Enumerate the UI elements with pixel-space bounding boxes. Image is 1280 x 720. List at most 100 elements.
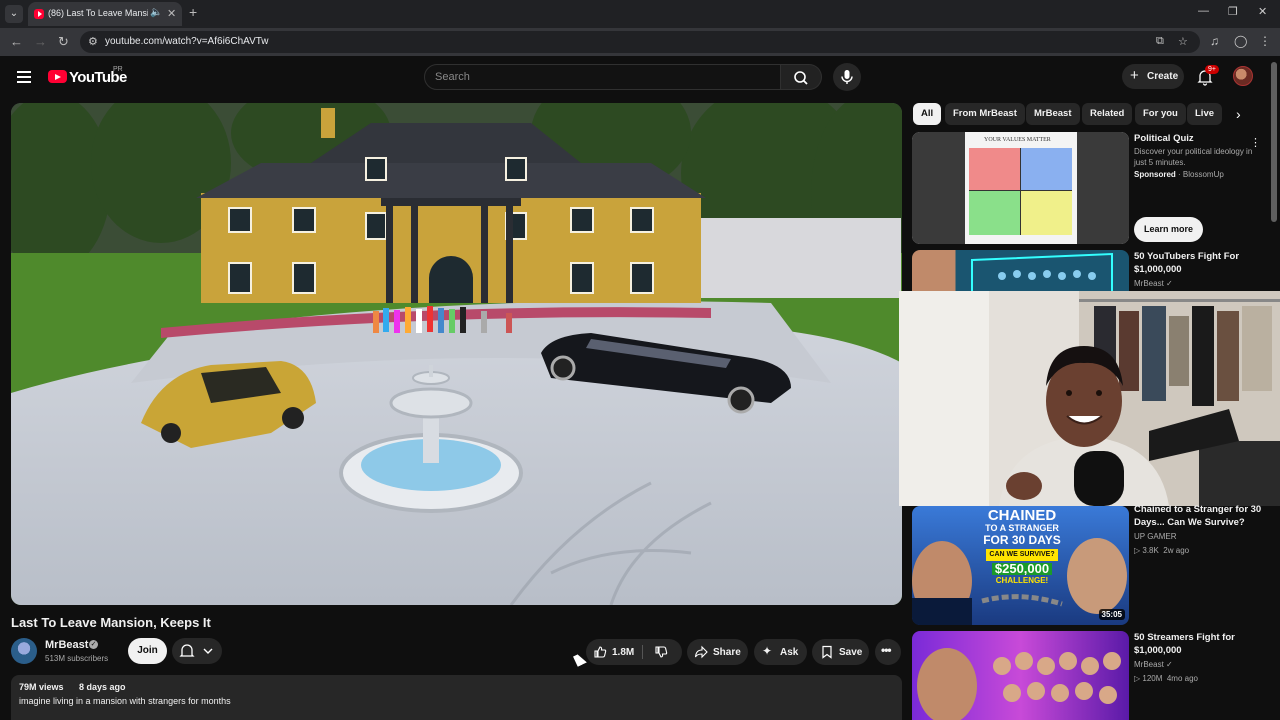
description-box[interactable]: 79M views 8 days ago imagine living in a…	[11, 675, 902, 720]
bookmark-icon	[822, 645, 832, 659]
back-icon[interactable]: ←	[10, 34, 23, 49]
like-count: 1.8M	[612, 647, 635, 658]
ask-label: Ask	[780, 647, 799, 658]
share-button[interactable]: Share	[687, 639, 748, 665]
learn-more-button[interactable]: Learn more	[1134, 217, 1203, 242]
restore-icon[interactable]: ❐	[1228, 5, 1238, 18]
save-label: Save	[839, 647, 863, 658]
ad-thumb-heading: YOUR VALUES MATTER	[984, 137, 1051, 143]
tab-search-button[interactable]: ⌄	[5, 5, 23, 23]
forward-icon[interactable]: →	[34, 34, 47, 49]
chip-all[interactable]: All	[913, 103, 942, 125]
verified-icon: ✓	[1166, 279, 1173, 288]
subscription-bell-button[interactable]	[172, 638, 222, 664]
chip-mrbeast[interactable]: MrBeast	[1026, 103, 1080, 125]
video-player[interactable]	[11, 103, 902, 605]
bell-icon	[179, 644, 213, 657]
more-icon: •••	[881, 643, 892, 657]
advertiser-name: BlossomUp	[1182, 170, 1224, 179]
rec-thumb-text-2: CHAINED TO A STRANGER FOR 30 DAYS CAN WE…	[983, 507, 1061, 585]
rec-thumbnail-3[interactable]	[912, 631, 1129, 720]
rec-channel-2[interactable]: UP GAMER	[1134, 532, 1177, 541]
rec-channel-3[interactable]: MrBeast ✓	[1134, 660, 1173, 669]
ad-menu-icon[interactable]: ⋮	[1250, 136, 1261, 149]
chip-from-mrbeast[interactable]: From MrBeast	[945, 103, 1025, 125]
notifications-button[interactable]: 9+	[1196, 65, 1219, 86]
search-box	[424, 64, 781, 90]
media-controls-icon[interactable]: ♫	[1210, 34, 1219, 48]
reload-icon[interactable]: ↻	[58, 34, 69, 50]
account-avatar[interactable]	[1233, 66, 1253, 86]
rec-duration-2: 35:05	[1098, 609, 1125, 620]
rec-title-2[interactable]: Chained to a Stranger for 30 Days... Can…	[1134, 503, 1264, 529]
close-tab-icon[interactable]: ✕	[167, 7, 176, 20]
share-icon	[694, 645, 708, 659]
bookmark-star-icon[interactable]: ☆	[1178, 35, 1188, 48]
chevron-right-icon[interactable]: ›	[1236, 106, 1241, 122]
notification-badge: 9+	[1205, 65, 1219, 74]
create-button[interactable]: + Create	[1122, 64, 1184, 89]
search-button[interactable]	[781, 64, 822, 90]
upload-age: 8 days ago	[79, 682, 126, 692]
channel-avatar[interactable]	[11, 638, 37, 664]
like-icon[interactable]	[593, 645, 607, 659]
browser-tab-active[interactable]: (86) Last To Leave Mansion, 🔈 ✕	[28, 2, 182, 26]
address-bar[interactable]: ⚙ youtube.com/watch?v=Af6i6ChAVTw ⧉ ☆	[80, 31, 1200, 53]
youtube-header: YouTube PR + Create 9+	[0, 56, 1280, 98]
ad-thumbnail[interactable]: YOUR VALUES MATTER	[912, 132, 1129, 244]
search-input[interactable]	[425, 65, 780, 89]
ask-button[interactable]: ✦ Ask	[754, 639, 807, 665]
view-count: 79M views	[19, 682, 64, 692]
menu-icon[interactable]	[17, 71, 31, 83]
youtube-play-icon	[48, 70, 67, 83]
dislike-icon[interactable]	[654, 645, 668, 659]
tab-title: (86) Last To Leave Mansion,	[48, 8, 148, 18]
sparkle-icon: ✦	[762, 644, 773, 658]
verified-icon: ✓	[89, 640, 98, 649]
share-label: Share	[713, 647, 741, 658]
rec-meta-3: ▷ 120M 4mo ago	[1134, 674, 1198, 683]
url-text: youtube.com/watch?v=Af6i6ChAVTw	[105, 36, 269, 47]
save-button[interactable]: Save	[812, 639, 869, 665]
browser-tab-bar: ⌄ (86) Last To Leave Mansion, 🔈 ✕ + — ❐ …	[0, 0, 1280, 28]
rec-thumbnail-2[interactable]: CHAINED TO A STRANGER FOR 30 DAYS CAN WE…	[912, 506, 1129, 625]
chip-live[interactable]: Live	[1187, 103, 1223, 125]
close-window-icon[interactable]: ✕	[1258, 5, 1267, 18]
sponsored-label: Sponsored	[1134, 170, 1176, 179]
rec-meta-2: ▷ 3.8K 2w ago	[1134, 546, 1190, 555]
browser-menu-icon[interactable]: ⋮	[1259, 34, 1271, 48]
create-label: Create	[1147, 71, 1179, 82]
join-button[interactable]: Join	[128, 638, 167, 664]
site-info-icon[interactable]: ⚙	[88, 35, 98, 48]
page-scrollbar[interactable]	[1271, 62, 1277, 222]
plus-icon: +	[1130, 67, 1139, 84]
subscriber-count: 513M subscribers	[45, 654, 109, 663]
chip-related[interactable]: Related	[1082, 103, 1133, 125]
rec-title-1[interactable]: 50 YouTubers Fight For $1,000,000	[1134, 250, 1264, 276]
channel-name[interactable]: MrBeast	[45, 639, 88, 651]
voice-search-button[interactable]	[833, 63, 861, 91]
browser-toolbar: ← → ↻ ⚙ youtube.com/watch?v=Af6i6ChAVTw …	[0, 28, 1280, 56]
webcam-image	[899, 291, 1280, 506]
ad-sponsor-line: Sponsored · BlossomUp	[1134, 170, 1224, 179]
rec-thumbnail-1[interactable]	[912, 250, 1129, 292]
minimize-icon[interactable]: —	[1198, 5, 1209, 17]
verified-icon: ✓	[1166, 660, 1173, 669]
new-tab-button[interactable]: +	[189, 4, 197, 20]
more-actions-button[interactable]: •••	[875, 639, 901, 665]
ad-title[interactable]: Political Quiz	[1134, 132, 1264, 145]
logo-badge: PR	[113, 66, 123, 73]
video-frame-mansion	[11, 103, 902, 605]
streamer-webcam-overlay	[899, 291, 1280, 506]
mic-icon	[841, 70, 853, 84]
chip-for-you[interactable]: For you	[1135, 103, 1186, 125]
profile-icon[interactable]: ◯	[1234, 34, 1247, 48]
speaker-icon[interactable]: 🔈	[150, 7, 162, 18]
youtube-favicon-icon	[34, 9, 44, 19]
rec-title-3[interactable]: 50 Streamers Fight for $1,000,000	[1134, 631, 1264, 657]
divider	[642, 645, 643, 659]
rec-channel-1[interactable]: MrBeast ✓	[1134, 279, 1173, 288]
install-app-icon[interactable]: ⧉	[1156, 35, 1164, 48]
mouse-cursor	[573, 652, 587, 667]
ad-description: Discover your political ideology in just…	[1134, 147, 1253, 167]
